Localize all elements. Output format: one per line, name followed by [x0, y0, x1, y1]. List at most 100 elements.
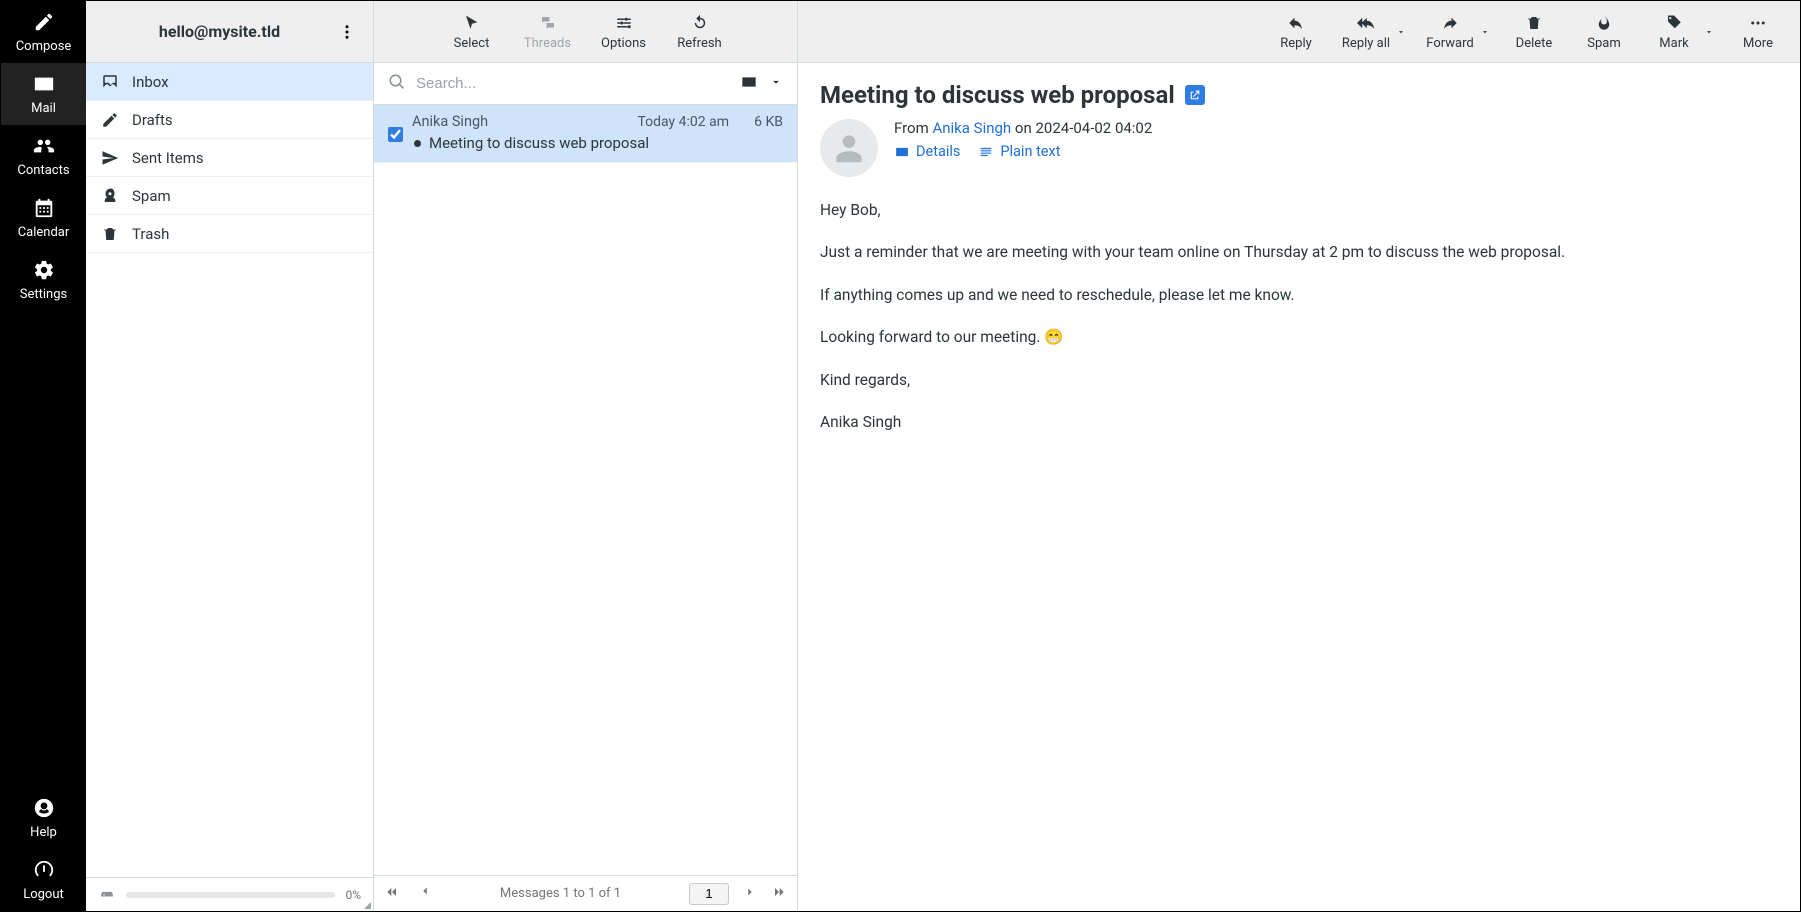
nav-contacts[interactable]: Contacts: [1, 125, 86, 187]
folder-menu-icon[interactable]: [337, 23, 357, 41]
nav-settings[interactable]: Settings: [1, 249, 86, 311]
inbox-icon: [100, 73, 120, 91]
list-footer: Messages 1 to 1 of 1: [374, 875, 797, 911]
body-p2: Just a reminder that we are meeting with…: [820, 241, 1778, 263]
folder-trash-label: Trash: [132, 225, 169, 243]
message-row[interactable]: Anika Singh Today 4:02 am 6 KB Meeting t…: [374, 105, 797, 163]
folder-drafts-label: Drafts: [132, 111, 173, 129]
compose-icon: [33, 11, 55, 33]
options-button[interactable]: Options: [598, 13, 650, 51]
plain-text-link[interactable]: Plain text: [978, 143, 1060, 160]
pager-summary: Messages 1 to 1 of 1: [500, 886, 621, 901]
prev-page-icon[interactable]: [418, 884, 432, 904]
nav-compose-label: Compose: [16, 39, 72, 54]
reply-all-button[interactable]: Reply all: [1340, 13, 1392, 51]
select-button[interactable]: Select: [446, 13, 498, 51]
message-from: Anika Singh: [412, 113, 627, 130]
trash-icon: [100, 225, 120, 243]
reply-button[interactable]: Reply: [1270, 13, 1322, 51]
nav-calendar-label: Calendar: [18, 225, 70, 240]
nav-help-label: Help: [30, 825, 57, 840]
mail-body: Hey Bob, Just a reminder that we are mee…: [820, 199, 1778, 434]
search-row: [374, 63, 797, 105]
body-p1: Hey Bob,: [820, 199, 1778, 221]
sent-icon: [100, 149, 120, 167]
logout-icon: [33, 859, 55, 881]
quota-percent: 0%: [345, 888, 361, 902]
message-checkbox-wrap: [388, 127, 412, 146]
tag-icon: [1665, 13, 1683, 33]
message-date: Today 4:02 am: [637, 114, 729, 130]
reply-icon: [1286, 13, 1306, 33]
calendar-icon: [33, 197, 55, 219]
message-list-pane: Anika Singh Today 4:02 am 6 KB Meeting t…: [374, 63, 798, 911]
envelope-icon[interactable]: [739, 74, 759, 94]
nav-rail: Compose Mail Contacts Calendar: [1, 1, 86, 911]
resize-handle[interactable]: [364, 902, 371, 909]
search-input[interactable]: [416, 75, 729, 92]
gear-icon: [33, 259, 55, 281]
folder-sent[interactable]: Sent Items: [86, 139, 373, 177]
preview-subject: Meeting to discuss web proposal: [820, 81, 1175, 109]
help-icon: [33, 797, 55, 819]
folder-sent-label: Sent Items: [132, 149, 204, 167]
folder-header: hello@mysite.tld: [86, 1, 373, 63]
delete-button[interactable]: Delete: [1508, 13, 1560, 51]
nav-mail[interactable]: Mail: [1, 63, 86, 125]
message-size: 6 KB: [739, 114, 783, 130]
mail-icon: [33, 73, 55, 95]
nav-help[interactable]: Help: [1, 787, 86, 849]
delete-icon: [1525, 13, 1543, 33]
cursor-icon: [463, 13, 481, 33]
nav-logout[interactable]: Logout: [1, 849, 86, 911]
mark-button[interactable]: Mark: [1648, 13, 1700, 51]
nav-settings-label: Settings: [20, 287, 67, 302]
folder-inbox[interactable]: Inbox: [86, 63, 373, 101]
body-p6: Anika Singh: [820, 411, 1778, 433]
folder-spam-label: Spam: [132, 187, 171, 205]
folder-drafts[interactable]: Drafts: [86, 101, 373, 139]
message-subject: Meeting to discuss web proposal: [429, 134, 649, 152]
folder-trash[interactable]: Trash: [86, 215, 373, 253]
preview-date: 2024-04-02 04:02: [1035, 119, 1152, 137]
more-button[interactable]: More: [1732, 13, 1784, 51]
mark-caret-icon[interactable]: [1704, 23, 1714, 41]
folder-spam[interactable]: Spam: [86, 177, 373, 215]
search-options-caret-icon[interactable]: [769, 75, 783, 93]
top-toolbar: Select Threads Options: [374, 1, 1800, 63]
contacts-icon: [33, 135, 55, 157]
dots-icon: [1748, 13, 1768, 33]
reply-all-icon: [1355, 13, 1377, 33]
threads-button[interactable]: Threads: [522, 13, 574, 51]
preview-subject-row: Meeting to discuss web proposal: [820, 81, 1778, 109]
sliders-icon: [615, 13, 633, 33]
forward-button[interactable]: Forward: [1424, 13, 1476, 51]
avatar: [820, 119, 878, 177]
account-email: hello@mysite.tld: [102, 22, 337, 41]
refresh-icon: [691, 13, 709, 33]
unread-dot-icon: [414, 140, 421, 147]
details-link[interactable]: Details: [894, 143, 960, 160]
first-page-icon[interactable]: [384, 884, 400, 904]
from-link[interactable]: Anika Singh: [932, 119, 1011, 137]
body-p3: If anything comes up and we need to resc…: [820, 284, 1778, 306]
spam-button[interactable]: Spam: [1578, 13, 1630, 51]
nav-mail-label: Mail: [31, 101, 56, 116]
disk-icon: [98, 886, 116, 903]
quota-bar: [126, 892, 335, 898]
body-p4: Looking forward to our meeting. 😁: [820, 326, 1778, 348]
spam-icon: [100, 187, 120, 205]
last-page-icon[interactable]: [771, 884, 787, 904]
from-line: From Anika Singh on 2024-04-02 04:02: [894, 119, 1152, 137]
reply-all-caret-icon[interactable]: [1396, 23, 1406, 41]
forward-caret-icon[interactable]: [1480, 23, 1490, 41]
message-checkbox[interactable]: [388, 127, 403, 142]
page-input[interactable]: [689, 883, 729, 905]
refresh-button[interactable]: Refresh: [674, 13, 726, 51]
open-window-icon[interactable]: [1185, 85, 1205, 105]
nav-compose[interactable]: Compose: [1, 1, 86, 63]
nav-calendar[interactable]: Calendar: [1, 187, 86, 249]
folder-pane: hello@mysite.tld Inbox Drafts: [86, 1, 374, 911]
drafts-icon: [100, 111, 120, 129]
next-page-icon[interactable]: [743, 885, 757, 903]
